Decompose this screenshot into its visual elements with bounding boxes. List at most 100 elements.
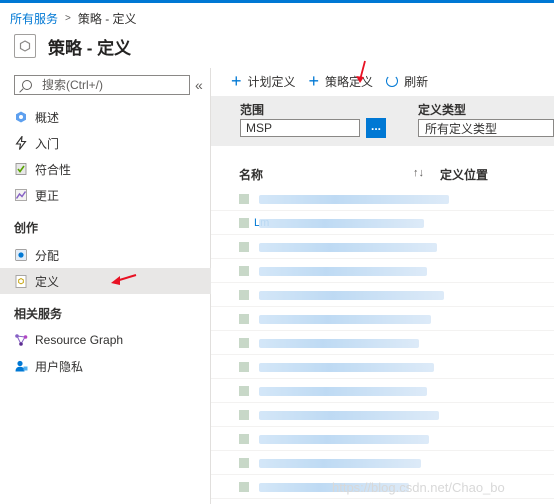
initiative-definition-button[interactable]: + 计划定义 [231, 72, 296, 90]
scope-picker-button[interactable]: ... [366, 118, 386, 138]
section-header-related-services: 相关服务 [14, 306, 63, 321]
command-toolbar: + 计划定义 + 策略定义 刷新 [231, 70, 441, 92]
row-type-icon [239, 362, 249, 372]
plus-icon: + [308, 71, 320, 91]
definition-type-select[interactable]: 所有定义类型 [418, 119, 554, 137]
annotation-arrow-sidebar [111, 274, 137, 285]
sidebar-item-user-privacy[interactable]: 用户隐私 [0, 353, 211, 379]
row-type-icon [239, 266, 249, 276]
lightning-icon [14, 136, 28, 150]
row-name-obscured [259, 219, 424, 228]
table-row[interactable] [211, 451, 554, 475]
sort-icon[interactable]: ↑↓ [413, 167, 424, 179]
sidebar: « 概述 入门 符合性 更正 创作 [0, 68, 211, 504]
sidebar-item-compliance[interactable]: 符合性 [0, 156, 211, 182]
plus-icon: + [231, 71, 242, 91]
sidebar-item-definitions[interactable]: 定义 [0, 268, 211, 294]
breadcrumb-chevron-icon: > [65, 12, 71, 24]
user-privacy-icon [14, 359, 28, 373]
sidebar-item-label: 更正 [35, 188, 60, 203]
scope-input[interactable] [240, 119, 360, 137]
row-type-icon [239, 314, 249, 324]
sidebar-item-label: 入门 [35, 136, 60, 151]
refresh-icon [386, 75, 399, 87]
overview-icon [14, 110, 28, 124]
breadcrumb-current: 策略 - 定义 [77, 11, 137, 26]
search-icon [22, 80, 32, 90]
watermark: https://blog.csdn.net/Chao_bo [332, 480, 505, 495]
table-row[interactable] [211, 283, 554, 307]
table-row[interactable] [211, 379, 554, 403]
sidebar-item-label: 定义 [35, 274, 60, 289]
column-header-definition-location[interactable]: 定义位置 [440, 166, 488, 182]
sidebar-nav-general: 概述 入门 符合性 更正 [0, 104, 211, 208]
table-row[interactable] [211, 355, 554, 379]
assignment-icon [14, 248, 28, 262]
breadcrumb: 所有服务 > 策略 - 定义 [10, 10, 137, 26]
row-name-obscured [259, 411, 439, 420]
sidebar-item-assignments[interactable]: 分配 [0, 242, 211, 268]
row-name-obscured [259, 459, 421, 468]
initiative-definition-label: 计划定义 [247, 74, 296, 89]
row-name-obscured [259, 363, 434, 372]
row-name-obscured [259, 291, 444, 300]
sidebar-item-label: 分配 [35, 248, 60, 263]
sidebar-nav-authoring: 分配 定义 [0, 242, 211, 294]
sidebar-item-label: 符合性 [35, 162, 72, 177]
table-row[interactable] [211, 403, 554, 427]
row-type-icon [239, 386, 249, 396]
definition-type-label: 定义类型 [418, 103, 467, 117]
row-type-icon [239, 194, 249, 204]
row-type-icon [239, 290, 249, 300]
row-type-icon [239, 410, 249, 420]
row-type-icon [239, 434, 249, 444]
resource-graph-icon [14, 333, 28, 347]
sidebar-item-remediation[interactable]: 更正 [0, 182, 211, 208]
sidebar-item-label: 用户隐私 [35, 359, 84, 374]
sidebar-item-resource-graph[interactable]: Resource Graph [0, 327, 211, 353]
row-type-icon [239, 218, 249, 228]
sidebar-item-getting-started[interactable]: 入门 [0, 130, 211, 156]
row-name-obscured [259, 195, 449, 204]
table-row[interactable] [211, 259, 554, 283]
row-type-icon [239, 458, 249, 468]
definitions-table: Lm [211, 187, 554, 504]
table-row[interactable] [211, 235, 554, 259]
policy-definition-icon [14, 34, 36, 58]
filter-panel: 范围 ... 定义类型 所有定义类型 [211, 96, 554, 146]
scope-label: 范围 [240, 103, 265, 117]
top-accent-bar [0, 0, 554, 3]
column-header-name[interactable]: 名称 [239, 166, 263, 182]
compliance-icon [14, 162, 28, 176]
table-row[interactable] [211, 427, 554, 451]
row-name-obscured [259, 387, 427, 396]
row-type-icon [239, 338, 249, 348]
sidebar-nav-related: Resource Graph 用户隐私 [0, 327, 211, 379]
breadcrumb-all-services-link[interactable]: 所有服务 [10, 10, 58, 27]
annotation-arrow-toolbar [356, 60, 366, 83]
title-row: 策略 - 定义 [14, 31, 131, 61]
row-name-obscured [259, 315, 431, 324]
search-input[interactable] [42, 78, 182, 92]
row-type-icon [239, 242, 249, 252]
refresh-label: 刷新 [404, 74, 429, 89]
table-row[interactable] [211, 187, 554, 211]
refresh-button[interactable]: 刷新 [386, 73, 428, 90]
row-name-obscured [259, 243, 437, 252]
sidebar-item-overview[interactable]: 概述 [0, 104, 211, 130]
row-name-obscured [259, 339, 419, 348]
table-row[interactable]: Lm [211, 211, 554, 235]
sidebar-item-label: 概述 [35, 110, 60, 125]
remediation-icon [14, 188, 28, 202]
table-row[interactable] [211, 307, 554, 331]
table-row[interactable] [211, 331, 554, 355]
definition-icon [14, 274, 28, 288]
sidebar-search[interactable] [14, 75, 190, 95]
page-title: 策略 - 定义 [48, 38, 132, 58]
sidebar-item-label: Resource Graph [35, 333, 124, 347]
row-type-icon [239, 482, 249, 492]
row-name-obscured [259, 267, 427, 276]
section-header-authoring: 创作 [14, 220, 39, 235]
collapse-sidebar-button[interactable]: « [195, 77, 203, 93]
row-name-obscured [259, 435, 429, 444]
